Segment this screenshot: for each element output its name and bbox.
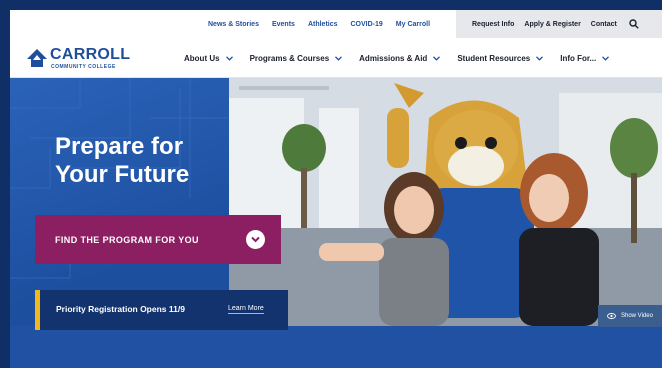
menu-item-about[interactable]: About Us — [184, 54, 233, 63]
chevron-down-icon — [536, 55, 544, 61]
utility-links: News & Stories Events Athletics COVID-19… — [208, 10, 430, 38]
menu-item-label: Programs & Courses — [249, 53, 330, 63]
eye-icon — [607, 313, 616, 319]
main-nav: CARROLL COMMUNITY COLLEGE About Us Progr… — [10, 38, 662, 78]
util-link-events[interactable]: Events — [272, 21, 295, 28]
priority-registration-notice: Priority Registration Opens 11/9 Learn M… — [35, 290, 288, 330]
headline-line-2: Your Future — [55, 161, 190, 189]
chevron-down-icon — [335, 55, 343, 61]
chevron-down-circle-icon — [246, 230, 265, 249]
hero-photo — [229, 78, 662, 326]
browser-frame: News & Stories Events Athletics COVID-19… — [10, 10, 662, 368]
util-link-news[interactable]: News & Stories — [208, 21, 259, 28]
request-info-link[interactable]: Request Info — [472, 21, 514, 28]
util-link-covid[interactable]: COVID-19 — [351, 21, 383, 28]
chevron-down-icon — [602, 55, 610, 61]
learn-more-link[interactable]: Learn More — [228, 305, 264, 314]
notice-text: Priority Registration Opens 11/9 — [56, 304, 185, 314]
menu-item-label: About Us — [184, 53, 220, 63]
headline-line-1: Prepare for — [55, 133, 184, 160]
menu-item-programs[interactable]: Programs & Courses — [250, 54, 343, 63]
primary-menu: About Us Programs & Courses Admissions &… — [184, 38, 610, 78]
notice-accent-bar — [35, 290, 40, 330]
hero-section: Prepare for Your Future FIND THE PROGRAM… — [10, 78, 662, 368]
show-video-button[interactable]: Show Video — [598, 305, 662, 327]
show-video-label: Show Video — [621, 313, 653, 319]
find-program-button[interactable]: FIND THE PROGRAM FOR YOU — [35, 215, 281, 264]
menu-item-admissions[interactable]: Admissions & Aid — [359, 53, 441, 63]
logo-mark-icon — [26, 48, 48, 68]
logo-wordmark: CARROLL — [50, 46, 131, 63]
college-logo[interactable]: CARROLL COMMUNITY COLLEGE — [26, 45, 142, 73]
utility-right-panel: Request Info Apply & Register Contact — [456, 10, 662, 38]
menu-item-label: Admissions & Aid — [359, 53, 428, 63]
menu-item-info-for[interactable]: Info For... — [560, 53, 610, 63]
menu-item-student-resources[interactable]: Student Resources — [457, 53, 544, 63]
contact-link[interactable]: Contact — [591, 21, 617, 28]
logo-subtitle: COMMUNITY COLLEGE — [51, 64, 116, 70]
apply-register-link[interactable]: Apply & Register — [524, 21, 580, 28]
menu-item-label: Student Resources — [457, 53, 531, 63]
search-icon[interactable] — [629, 19, 639, 29]
hero-bottom-strip — [10, 326, 662, 368]
find-program-label: FIND THE PROGRAM FOR YOU — [55, 234, 199, 245]
hero-headline: Prepare for Your Future — [55, 133, 225, 189]
util-link-my-carroll[interactable]: My Carroll — [396, 21, 430, 28]
chevron-down-icon — [225, 55, 233, 61]
util-link-athletics[interactable]: Athletics — [308, 21, 338, 28]
utility-bar: News & Stories Events Athletics COVID-19… — [10, 10, 662, 38]
chevron-down-icon — [433, 55, 441, 61]
menu-item-label: Info For... — [560, 53, 597, 63]
